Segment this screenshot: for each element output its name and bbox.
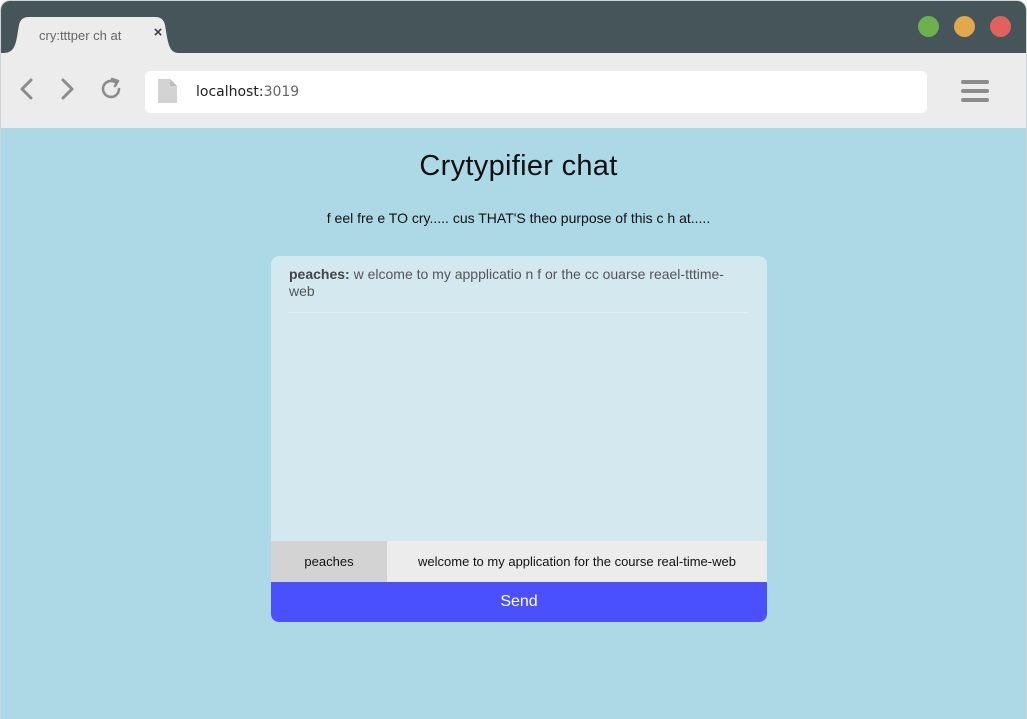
minimize-button[interactable] <box>954 16 975 37</box>
chat-message: peaches: w elcome to my appplicatio n f … <box>289 266 749 313</box>
message-text: w elcome to my appplicatio n f or the cc… <box>289 266 724 299</box>
url-text: localhost:3019 <box>196 84 299 100</box>
url-host: localhost: <box>196 84 264 100</box>
page-icon <box>158 79 177 103</box>
send-button[interactable]: Send <box>271 582 767 622</box>
page-viewport: Crytypifier chat f eel fre e TO cry.....… <box>1 128 1026 719</box>
browser-tab[interactable]: cry:tttper ch at × <box>3 17 179 53</box>
message-list[interactable]: peaches: w elcome to my appplicatio n f … <box>271 256 767 541</box>
reload-icon[interactable] <box>99 77 123 101</box>
tab-close-icon[interactable]: × <box>151 25 165 40</box>
maximize-button[interactable] <box>918 16 939 37</box>
chat-input-row <box>271 541 767 582</box>
hamburger-menu-icon[interactable] <box>961 80 989 104</box>
url-port: 3019 <box>263 84 300 100</box>
address-bar[interactable]: localhost:3019 <box>145 71 927 113</box>
message-username: peaches: <box>289 266 350 282</box>
page-title: Crytypifier chat <box>419 150 618 182</box>
username-input[interactable] <box>271 541 387 582</box>
page-subtitle: f eel fre e TO cry..... cus THAT'S theo … <box>326 210 711 226</box>
tab-title: cry:tttper ch at <box>39 28 122 43</box>
chat-box: peaches: w elcome to my appplicatio n f … <box>271 256 767 622</box>
browser-toolbar: localhost:3019 <box>1 53 1026 128</box>
message-input[interactable] <box>387 541 767 582</box>
browser-window: cry:tttper ch at × localhost:3019 Crytyp… <box>0 0 1027 719</box>
back-arrow-icon[interactable] <box>15 77 39 101</box>
close-window-button[interactable] <box>990 16 1011 37</box>
forward-arrow-icon[interactable] <box>55 77 79 101</box>
title-bar: cry:tttper ch at × <box>1 1 1026 53</box>
